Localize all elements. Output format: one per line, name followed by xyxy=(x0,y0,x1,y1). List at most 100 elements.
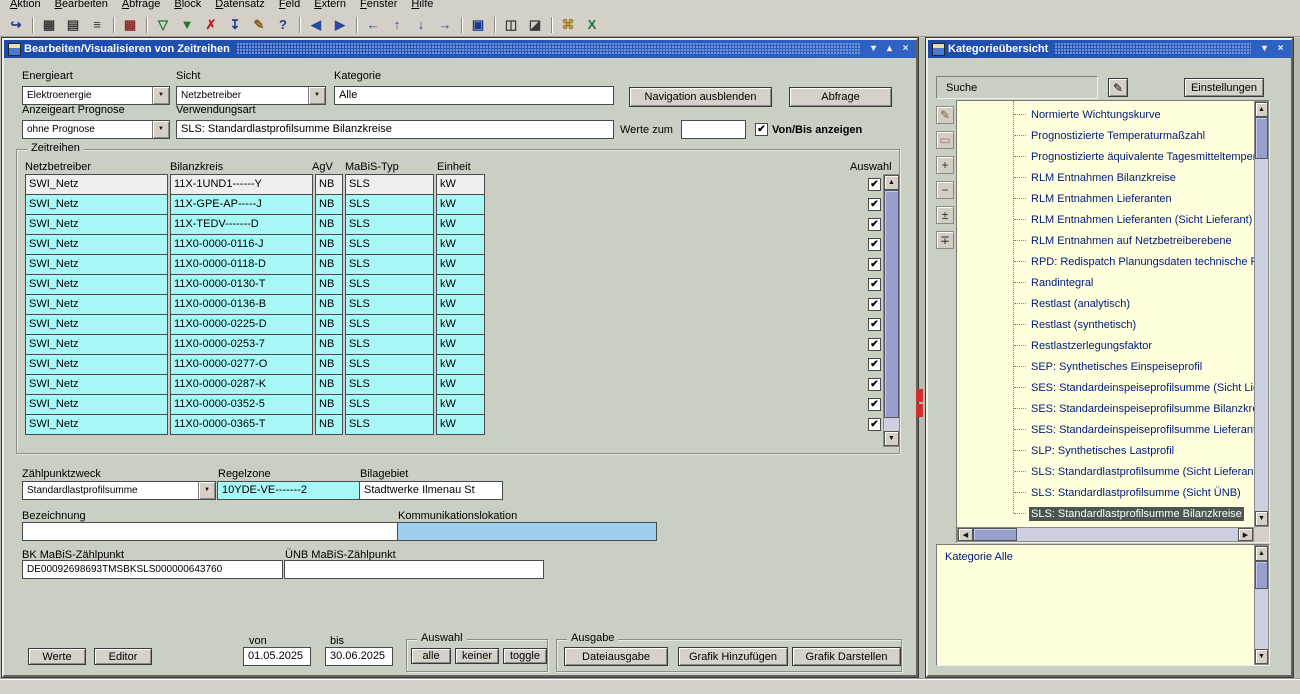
row-checkbox[interactable]: ✔ xyxy=(868,318,881,331)
cell-agv[interactable]: NB xyxy=(315,174,343,195)
table-row[interactable]: SWI_Netz 11X-GPE-AP-----J NB SLS kW ✔ xyxy=(25,194,881,215)
cell-mabis-typ[interactable]: SLS xyxy=(345,174,434,195)
scroll-up-icon[interactable]: ▲ xyxy=(884,175,899,190)
collapse-all-icon[interactable]: ∓ xyxy=(936,231,954,249)
dateiausgabe-button[interactable]: Dateiausgabe xyxy=(564,647,668,666)
row-checkbox[interactable]: ✔ xyxy=(868,278,881,291)
cell-agv[interactable]: NB xyxy=(315,394,343,415)
help-icon[interactable]: ? xyxy=(271,14,295,36)
verwendungsart-field[interactable]: SLS: Standardlastprofilsumme Bilanzkreis… xyxy=(176,120,614,139)
energieart-select[interactable]: Elektroenergie ▼ xyxy=(22,86,170,105)
tree-item-label[interactable]: Prognostizierte Temperaturmaßzahl xyxy=(1029,129,1207,143)
editor-button[interactable]: Editor xyxy=(94,648,152,665)
cell-bilanzkreis[interactable]: 11X-GPE-AP-----J xyxy=(170,194,313,215)
cell-netzbetreiber[interactable]: SWI_Netz xyxy=(25,174,168,195)
cell-einheit[interactable]: kW xyxy=(436,254,485,275)
tree-item-label[interactable]: Restlast (synthetisch) xyxy=(1029,318,1138,332)
cell-mabis-typ[interactable]: SLS xyxy=(345,314,434,335)
grafik-darstellen-button[interactable]: Grafik Darstellen xyxy=(792,647,901,666)
cell-agv[interactable]: NB xyxy=(315,274,343,295)
scroll-right-icon[interactable]: ▶ xyxy=(1238,528,1253,541)
tree-item[interactable]: Prognostizierte äquivalente Tagesmittelt… xyxy=(957,146,1254,167)
copy-icon[interactable]: ◫ xyxy=(499,14,523,36)
cell-mabis-typ[interactable]: SLS xyxy=(345,234,434,255)
menu-item[interactable]: Abfrage xyxy=(115,0,168,11)
arrow-right-icon[interactable]: → xyxy=(433,14,457,36)
dropdown-icon[interactable]: ▼ xyxy=(152,87,169,104)
cell-bilanzkreis[interactable]: 11X0-0000-0287-K xyxy=(170,374,313,395)
cell-agv[interactable]: NB xyxy=(315,234,343,255)
scrollbar-thumb[interactable] xyxy=(1255,117,1268,159)
anzeigeart-select[interactable]: ohne Prognose ▼ xyxy=(22,120,170,139)
table-row[interactable]: SWI_Netz 11X0-0000-0130-T NB SLS kW ✔ xyxy=(25,274,881,295)
tree-item[interactable]: SES: Standardeinspeiseprofilsumme Liefer… xyxy=(957,419,1254,440)
row-checkbox[interactable]: ✔ xyxy=(868,298,881,311)
tree-item-label[interactable]: RLM Entnahmen Lieferanten (Sicht Liefera… xyxy=(1029,213,1254,227)
search-box[interactable]: Suche xyxy=(936,76,1098,99)
werte-button[interactable]: Werte xyxy=(28,648,86,665)
cell-agv[interactable]: NB xyxy=(315,294,343,315)
menu-item[interactable]: Block xyxy=(167,0,208,11)
abfrage-button[interactable]: Abfrage xyxy=(789,87,892,107)
fetch-icon[interactable]: ↧ xyxy=(223,14,247,36)
tree-item-label[interactable]: SLS: Standardlastprofilsumme (Sicht Lief… xyxy=(1029,465,1254,479)
edit-pencil-icon[interactable]: ✎ xyxy=(936,106,954,124)
cell-mabis-typ[interactable]: SLS xyxy=(345,394,434,415)
execute-query-icon[interactable]: ▼ xyxy=(175,14,199,36)
main-window-titlebar[interactable]: Bearbeiten/Visualisieren von Zeitreihen … xyxy=(4,40,916,58)
close-icon[interactable]: × xyxy=(899,41,912,57)
table-row[interactable]: SWI_Netz 11X0-0000-0365-T NB SLS kW ✔ xyxy=(25,414,881,435)
row-checkbox[interactable]: ✔ xyxy=(868,378,881,391)
cell-bilanzkreis[interactable]: 11X0-0000-0116-J xyxy=(170,234,313,255)
cell-agv[interactable]: NB xyxy=(315,414,343,435)
cell-netzbetreiber[interactable]: SWI_Netz xyxy=(25,354,168,375)
cell-einheit[interactable]: kW xyxy=(436,294,485,315)
row-checkbox[interactable]: ✔ xyxy=(868,238,881,251)
tree-horizontal-scrollbar[interactable]: ◀ ▶ xyxy=(957,527,1254,542)
cell-einheit[interactable]: kW xyxy=(436,334,485,355)
cell-mabis-typ[interactable]: SLS xyxy=(345,354,434,375)
arrow-up-icon[interactable]: ↑ xyxy=(385,14,409,36)
collapse-node-icon[interactable]: − xyxy=(936,181,954,199)
tree-vertical-scrollbar[interactable]: ▲ ▼ xyxy=(1254,101,1269,527)
info-scrollbar[interactable]: ▲ ▼ xyxy=(1254,545,1269,665)
toggle-button[interactable]: toggle xyxy=(503,648,547,664)
cell-netzbetreiber[interactable]: SWI_Netz xyxy=(25,194,168,215)
grafik-hinzufuegen-button[interactable]: Grafik Hinzufügen xyxy=(678,647,788,666)
scrollbar-thumb[interactable] xyxy=(1255,561,1268,589)
cell-einheit[interactable]: kW xyxy=(436,414,485,435)
cell-netzbetreiber[interactable]: SWI_Netz xyxy=(25,314,168,335)
table-row[interactable]: SWI_Netz 11X0-0000-0116-J NB SLS kW ✔ xyxy=(25,234,881,255)
row-checkbox[interactable]: ✔ xyxy=(868,258,881,271)
expand-node-icon[interactable]: + xyxy=(936,156,954,174)
cell-bilanzkreis[interactable]: 11X-1UND1------Y xyxy=(170,174,313,195)
kommunikationslokation-field[interactable] xyxy=(397,522,657,541)
cell-bilanzkreis[interactable]: 11X0-0000-0225-D xyxy=(170,314,313,335)
tree-item[interactable]: SLS: Standardlastprofilsumme (Sicht Lief… xyxy=(957,461,1254,482)
cell-agv[interactable]: NB xyxy=(315,314,343,335)
menu-item[interactable]: Bearbeiten xyxy=(48,0,115,11)
cell-netzbetreiber[interactable]: SWI_Netz xyxy=(25,294,168,315)
tree-item-label[interactable]: SLP: Synthetisches Lastprofil xyxy=(1029,444,1176,458)
tree-item[interactable]: RLM Entnahmen Lieferanten xyxy=(957,188,1254,209)
navigation-ausblenden-button[interactable]: Navigation ausblenden xyxy=(629,87,772,107)
alle-button[interactable]: alle xyxy=(411,648,451,664)
tree-item[interactable]: Prognostizierte Temperaturmaßzahl xyxy=(957,125,1254,146)
cell-einheit[interactable]: kW xyxy=(436,274,485,295)
tree-item-label[interactable]: Prognostizierte äquivalente Tagesmittelt… xyxy=(1029,150,1254,164)
cell-mabis-typ[interactable]: SLS xyxy=(345,294,434,315)
table-scrollbar[interactable]: ▲ ▼ xyxy=(883,174,900,447)
dropdown-icon[interactable]: ▼ xyxy=(198,482,215,499)
cell-einheit[interactable]: kW xyxy=(436,194,485,215)
expand-all-icon[interactable]: ± xyxy=(936,206,954,224)
cell-mabis-typ[interactable]: SLS xyxy=(345,254,434,275)
scrollbar-thumb[interactable] xyxy=(884,190,899,418)
graphic-window-icon[interactable]: ▣ xyxy=(466,14,490,36)
print-list-icon[interactable]: ≡ xyxy=(85,14,109,36)
cell-einheit[interactable]: kW xyxy=(436,174,485,195)
cell-bilanzkreis[interactable]: 11X0-0000-0136-B xyxy=(170,294,313,315)
sicht-select[interactable]: Netzbetreiber ▼ xyxy=(176,86,326,105)
scroll-up-icon[interactable]: ▲ xyxy=(1255,102,1268,117)
arrow-left-icon[interactable]: ← xyxy=(361,14,385,36)
scroll-down-icon[interactable]: ▼ xyxy=(1255,511,1268,526)
